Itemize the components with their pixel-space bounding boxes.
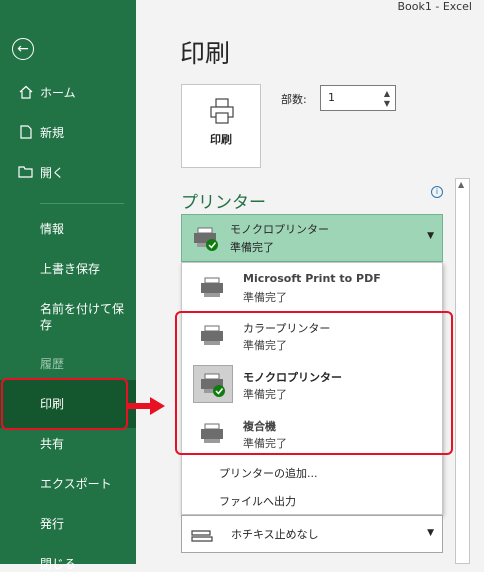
nav-new[interactable]: 新規 — [0, 125, 136, 141]
backstage-sidebar: ← ホーム 新規 開く 情報 上書き保存 名前を付けて保存 履歴 印刷 共有 エ… — [0, 0, 136, 571]
nav-open[interactable]: 開く — [0, 165, 136, 181]
staple-select[interactable]: ホチキス止めなし ▼ — [181, 515, 443, 553]
printer-ready-icon — [190, 225, 220, 257]
nav-save-label: 上書き保存 — [40, 262, 101, 276]
nav-save-as-label: 名前を付けて保存 — [40, 302, 125, 332]
new-document-icon — [18, 125, 34, 143]
settings-scrollbar[interactable]: ▲ — [455, 178, 470, 564]
selected-printer-name: モノクロプリンター — [230, 223, 329, 236]
copies-input[interactable]: 1 ▲ ▼ — [320, 85, 396, 111]
chevron-down-icon: ▼ — [427, 528, 434, 538]
copies-value: 1 — [328, 91, 335, 104]
stapler-icon — [190, 523, 216, 549]
printer-option-status: 準備完了 — [243, 291, 287, 304]
printer-select[interactable]: モノクロプリンター 準備完了 ▼ — [181, 214, 443, 262]
print-nav-highlight — [1, 378, 128, 430]
chevron-down-icon: ▼ — [427, 231, 434, 241]
annotation-arrow — [128, 396, 166, 416]
nav-publish-label: 発行 — [40, 517, 65, 531]
nav-home[interactable]: ホーム — [0, 85, 136, 101]
selected-printer-status: 準備完了 — [230, 241, 274, 254]
printer-icon — [208, 97, 236, 129]
nav-save-as[interactable]: 名前を付けて保存 — [0, 301, 136, 333]
nav-new-label: 新規 — [40, 126, 65, 140]
copies-label: 部数: — [281, 93, 307, 106]
nav-close-label: 閉じる — [40, 557, 77, 571]
print-button-label: 印刷 — [210, 133, 232, 146]
window-title: Book1 - Excel — [397, 0, 472, 13]
printer-option-pdf[interactable]: Microsoft Print to PDF 準備完了 — [181, 267, 443, 307]
page-title: 印刷 — [180, 39, 231, 68]
nav-info[interactable]: 情報 — [0, 221, 136, 237]
home-icon — [18, 85, 34, 103]
nav-info-label: 情報 — [40, 222, 65, 236]
nav-home-label: ホーム — [40, 86, 76, 100]
spin-down-icon[interactable]: ▼ — [382, 99, 392, 108]
nav-history-label: 履歴 — [40, 357, 65, 371]
nav-export-label: エクスポート — [40, 477, 112, 491]
nav-share[interactable]: 共有 — [0, 436, 136, 452]
nav-publish[interactable]: 発行 — [0, 516, 136, 532]
nav-history: 履歴 — [0, 356, 136, 372]
back-arrow-icon[interactable]: ← — [12, 38, 34, 60]
staple-setting-value: ホチキス止めなし — [231, 528, 319, 541]
print-to-file-menu-item[interactable]: ファイルへ出力 — [219, 493, 296, 509]
printer-group-highlight — [175, 311, 453, 455]
print-button[interactable]: 印刷 — [181, 84, 261, 168]
printer-option-name: Microsoft Print to PDF — [243, 272, 381, 285]
nav-save[interactable]: 上書き保存 — [0, 261, 136, 277]
folder-icon — [18, 165, 34, 182]
printer-icon — [197, 275, 227, 303]
scroll-up-icon[interactable]: ▲ — [458, 180, 464, 189]
nav-share-label: 共有 — [40, 437, 65, 451]
printer-section-title: プリンター — [181, 193, 266, 213]
sidebar-divider — [40, 203, 124, 204]
info-icon[interactable]: i — [431, 186, 443, 198]
spin-up-icon[interactable]: ▲ — [382, 89, 392, 98]
nav-open-label: 開く — [40, 166, 65, 180]
nav-close[interactable]: 閉じる — [0, 556, 136, 572]
nav-export[interactable]: エクスポート — [0, 476, 136, 492]
add-printer-menu-item[interactable]: プリンターの追加... — [219, 465, 318, 481]
